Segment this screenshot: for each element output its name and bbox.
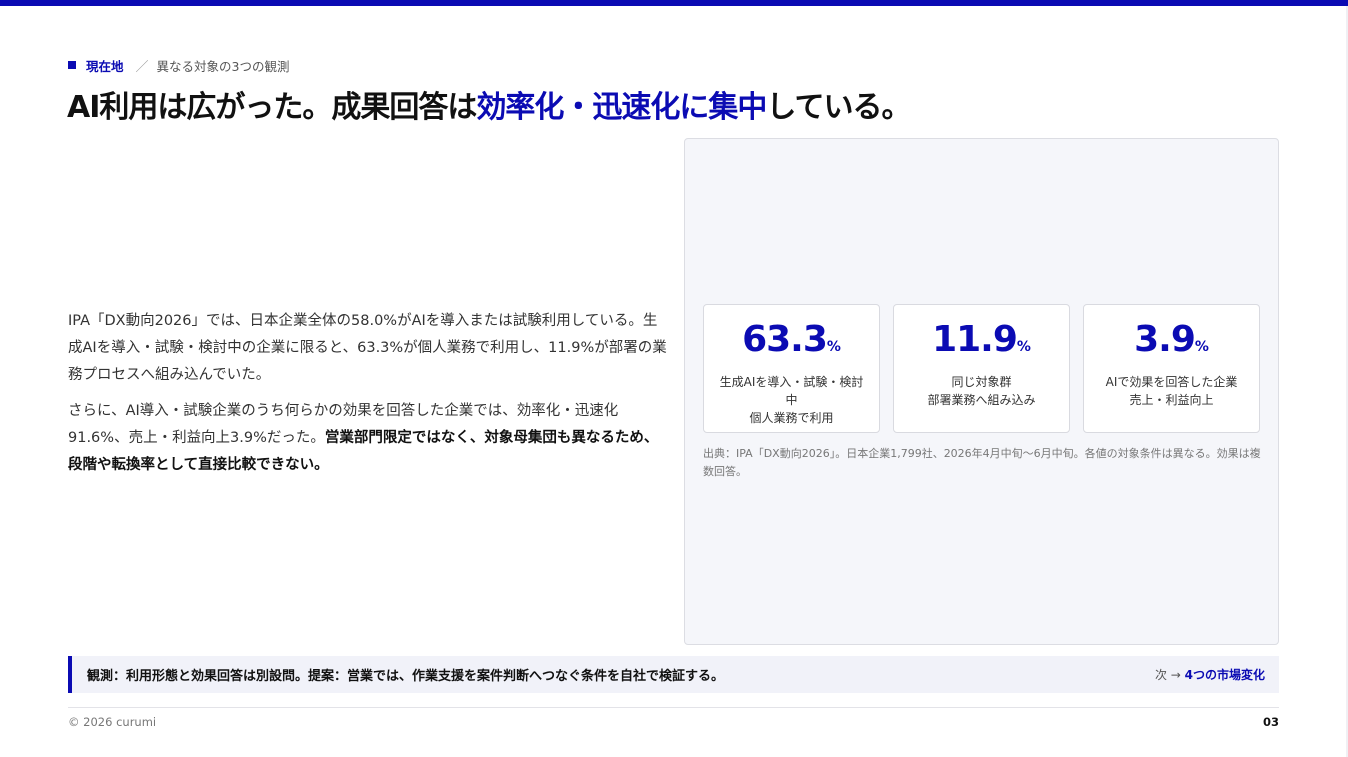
stat-number: 63.3 <box>742 319 828 360</box>
stat-label-line-2: 部署業務へ組み込み <box>927 393 1036 407</box>
breadcrumb-topic: 異なる対象の3つの観測 <box>156 58 290 74</box>
stat-label-line-2: 売上・利益向上 <box>1129 393 1214 407</box>
stat-unit: % <box>1016 339 1031 355</box>
next-target[interactable]: 4つの市場変化 <box>1185 668 1265 682</box>
title-part-2: している。 <box>766 90 911 125</box>
stat-value: 3.9% <box>1084 320 1259 367</box>
stat-card-department-integration: 11.9% 同じ対象群部署業務へ組み込み <box>893 304 1070 433</box>
stat-unit: % <box>1194 339 1209 355</box>
page-number: 03 <box>1262 715 1279 729</box>
footer-divider <box>68 707 1279 708</box>
stat-label-line-1: AIで効果を回答した企業 <box>1105 375 1238 389</box>
stat-label-line-2: 個人業務で利用 <box>749 411 834 425</box>
body-text: IPA「DX動向2026」では、日本企業全体の58.0%がAIを導入または試験利… <box>68 308 668 479</box>
stat-number: 3.9 <box>1134 319 1196 360</box>
stat-unit: % <box>826 339 841 355</box>
stat-value: 63.3% <box>704 320 879 367</box>
stat-label: 生成AIを導入・試験・検討中個人業務で利用 <box>704 373 879 427</box>
observation-callout: 観測：利用形態と効果回答は別設問。提案：営業では、作業支援を案件判断へつなぐ条件… <box>68 656 1279 693</box>
body-paragraph-2: さらに、AI導入・試験企業のうち何らかの効果を回答した企業では、効率化・迅速化9… <box>68 398 668 479</box>
stat-card-revenue-improvement: 3.9% AIで効果を回答した企業 売上・利益向上 <box>1083 304 1260 433</box>
callout-text: 観測：利用形態と効果回答は別設問。提案：営業では、作業支援を案件判断へつなぐ条件… <box>87 669 725 684</box>
body-paragraph-1: IPA「DX動向2026」では、日本企業全体の58.0%がAIを導入または試験利… <box>68 313 667 383</box>
stat-label: AIで効果を回答した企業 売上・利益向上 <box>1084 373 1259 409</box>
breadcrumb: 現在地 ／ 異なる対象の3つの観測 <box>68 57 290 75</box>
title-accent: 効率化・迅速化に集中 <box>476 90 767 125</box>
source-note: 出典：IPA「DX動向2026」。日本企業1,799社、2026年4月中旬〜6月… <box>703 447 1261 478</box>
stat-card-individual-use: 63.3% 生成AIを導入・試験・検討中個人業務で利用 <box>703 304 880 433</box>
stat-label-line-1: 生成AIを導入・試験・検討中 <box>719 375 864 407</box>
page-title: AI利用は広がった。成果回答は効率化・迅速化に集中している。 <box>67 82 912 126</box>
breadcrumb-separator: ／ <box>135 59 149 75</box>
stat-cards: 63.3% 生成AIを導入・試験・検討中個人業務で利用 11.9% 同じ対象群部… <box>703 304 1260 433</box>
next-section-link[interactable]: 次 → 4つの市場変化 <box>1155 666 1265 683</box>
stat-number: 11.9 <box>932 319 1018 360</box>
breadcrumb-current: 現在地 <box>86 58 124 74</box>
stat-label: 同じ対象群部署業務へ組み込み <box>894 373 1069 409</box>
stat-value: 11.9% <box>894 320 1069 367</box>
top-accent-bar <box>0 0 1348 6</box>
copyright: © 2026 curumi <box>68 715 157 729</box>
title-part-1: AI利用は広がった。成果回答は <box>67 90 477 125</box>
next-prefix: 次 → <box>1154 668 1185 682</box>
square-bullet-icon <box>68 61 76 69</box>
stat-label-line-1: 同じ対象群 <box>951 375 1012 389</box>
